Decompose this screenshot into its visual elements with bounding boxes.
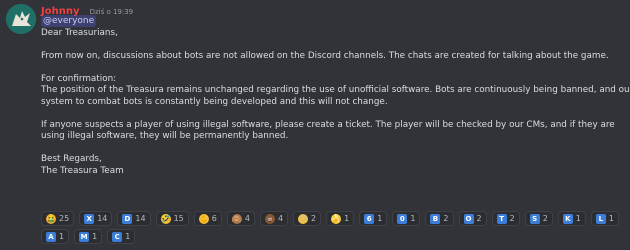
reaction-count: 1 [92, 232, 98, 241]
reaction-count: 2 [542, 214, 548, 223]
reactions-bar: 🤮 25 X 14 D 14 🤣 15 🖕 6 🙈 4 💩 4 😊 2 🍌 1 6 1 0 1 B 2 O 2 T 2 S 2 K 1 L 1 A… [41, 211, 626, 247]
message-text: Dear Treasurians, From now on, discussion… [41, 27, 630, 178]
message-content: @everyone Dear Treasurians, From now on, … [41, 15, 630, 178]
reaction-count: 1 [125, 232, 131, 241]
smiling-face-icon: 😊 [298, 213, 309, 224]
reaction-count: 1 [377, 214, 383, 223]
reaction-count: 2 [509, 214, 515, 223]
reaction-count: 2 [443, 214, 449, 223]
reaction-button[interactable]: T2 [491, 211, 520, 226]
reaction-button[interactable]: L1 [590, 211, 619, 226]
letter-b-icon: B [430, 213, 441, 224]
message-line: From now on, discussions about bots are … [41, 50, 609, 61]
reaction-button[interactable]: 🍌 1 [326, 211, 355, 226]
reactions-row: 🤮 25 X 14 D 14 🤣 15 🖕 6 🙈 4 💩 4 😊 2 🍌 1 6 1 0 1 B 2 O 2 T 2 S 2 K 1 L 1 [41, 211, 626, 226]
reaction-button[interactable]: 🙈 4 [226, 211, 255, 226]
middle-finger-icon: 🖕 [198, 213, 209, 224]
letter-x-icon: X [84, 213, 95, 224]
reaction-button[interactable]: 💩 4 [259, 211, 289, 226]
reaction-button[interactable]: M1 [74, 229, 103, 244]
reaction-button[interactable]: 🖕 6 [193, 211, 222, 226]
reaction-button[interactable]: B2 [425, 211, 454, 226]
reaction-count: 2 [311, 214, 317, 223]
dragon-icon [6, 4, 36, 34]
reaction-button[interactable]: O2 [458, 211, 487, 226]
reaction-count: 4 [277, 214, 284, 223]
reactions-row: A1M1C1 [41, 229, 626, 244]
reaction-button[interactable]: K1 [557, 211, 586, 226]
everyone-mention[interactable]: @everyone [41, 15, 97, 27]
message-line: Dear Treasurians, [41, 27, 118, 38]
reaction-button[interactable]: 😊 2 [293, 211, 322, 226]
letter-c-icon: C [112, 231, 123, 242]
message-line: system to combat bots is constantly bein… [41, 96, 388, 107]
reaction-count: 4 [244, 214, 250, 223]
see-no-evil-monkey-icon: 🙈 [231, 213, 242, 224]
reaction-count: 2 [476, 214, 482, 223]
rolling-laughing-icon: 🤣 [160, 213, 171, 224]
reaction-count: 1 [608, 214, 614, 223]
letter-d-icon: D [122, 213, 133, 224]
digit-0-icon: 0 [397, 213, 408, 224]
vomiting-face-icon: 🤮 [46, 213, 56, 224]
banana-icon: 🍌 [331, 213, 342, 224]
reaction-button[interactable]: S2 [524, 211, 553, 226]
reaction-button[interactable]: D 14 [117, 211, 151, 226]
reaction-count: 1 [59, 232, 65, 241]
reaction-count: 1 [344, 214, 350, 223]
letter-k-icon: K [562, 213, 573, 224]
reaction-count: 1 [410, 214, 416, 223]
letter-l-icon: L [595, 213, 606, 224]
reaction-button[interactable]: 🤣 15 [155, 211, 189, 226]
message-line: If anyone suspects a player of using ill… [41, 119, 615, 130]
reaction-count: 25 [59, 214, 70, 223]
reaction-button[interactable]: X 14 [79, 211, 113, 226]
reaction-count: 6 [211, 214, 217, 223]
reaction-button[interactable]: C1 [107, 229, 136, 244]
reaction-count: 1 [575, 214, 581, 223]
reaction-count: 14 [135, 214, 146, 223]
message-header: Johnny Dziś o 19:39 [41, 2, 133, 17]
reaction-button[interactable]: A1 [41, 229, 70, 244]
message-line: For confirmation: [41, 73, 117, 84]
reaction-button[interactable]: 01 [392, 211, 421, 226]
message-line: The position of the Treasura remains unc… [41, 85, 630, 95]
reaction-button[interactable]: 🤮 25 [41, 211, 75, 226]
chat-message: Johnny Dziś o 19:39 @everyone Dear Treas… [0, 0, 630, 250]
digit-6-icon: 6 [364, 213, 375, 224]
message-line: using illegal software, they will be per… [41, 131, 289, 141]
avatar[interactable] [6, 4, 36, 34]
letter-t-icon: T [496, 213, 507, 224]
letter-m-icon: M [79, 231, 90, 242]
letter-s-icon: S [529, 213, 540, 224]
reaction-count: 15 [173, 214, 184, 223]
reaction-count: 14 [97, 214, 108, 223]
letter-o-icon: O [463, 213, 474, 224]
reaction-button[interactable]: 61 [359, 211, 388, 226]
message-line: Best Regards, [41, 154, 102, 164]
letter-a-icon: A [46, 231, 56, 242]
message-line: The Treasura Team [41, 165, 124, 176]
poop-icon: 💩 [264, 213, 275, 224]
